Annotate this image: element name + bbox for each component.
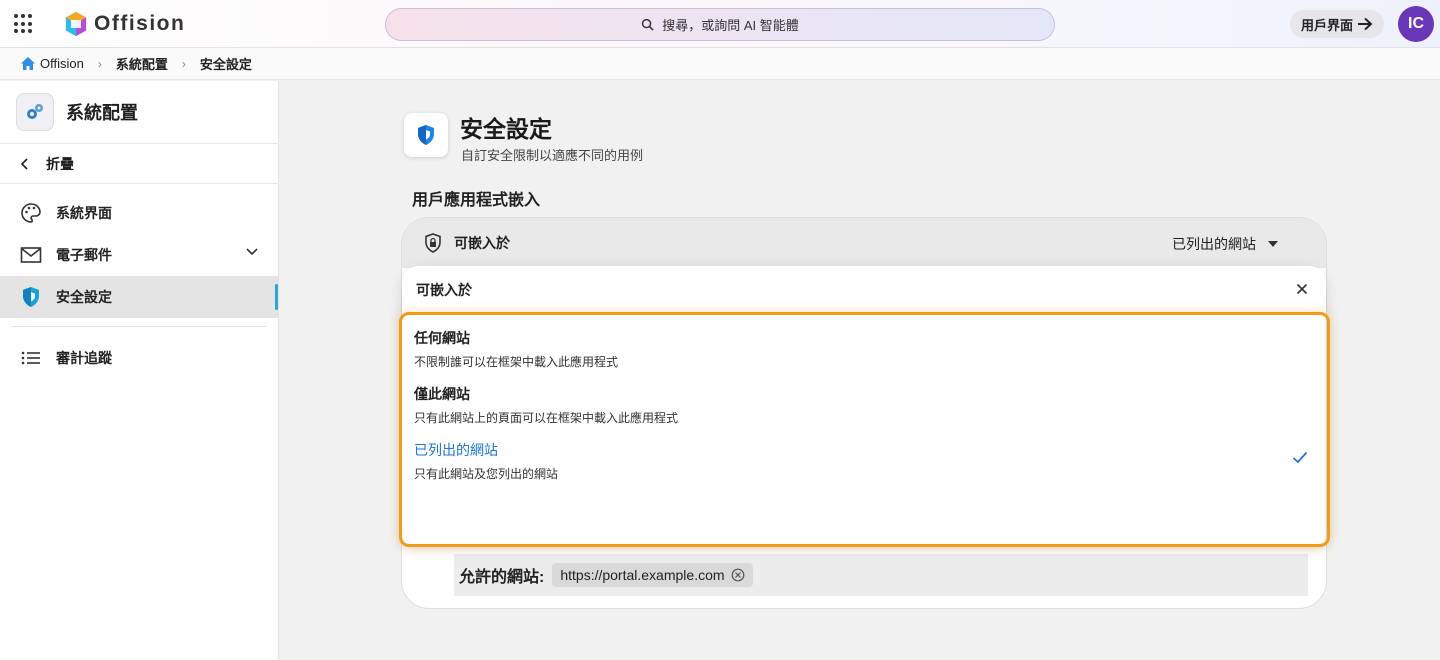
breadcrumb: Offision › 系統配置 › 安全設定 <box>0 48 1440 80</box>
home-icon <box>21 57 35 70</box>
option-title: 任何網站 <box>414 330 470 346</box>
option-description: 只有此網站上的頁面可以在框架中載入此應用程式 <box>414 411 679 425</box>
popup-title: 可嵌入於 <box>416 282 472 298</box>
caret-down-icon <box>1268 241 1278 247</box>
sidebar: 系統配置 折疊 系統界面 電子郵件 安全設定 審計追蹤 <box>0 81 279 660</box>
breadcrumb-system-config[interactable]: 系統配置 <box>116 54 168 73</box>
sidebar-item-email[interactable]: 電子郵件 <box>0 234 278 276</box>
sidebar-divider <box>12 326 266 327</box>
sidebar-item-interface[interactable]: 系統界面 <box>0 192 278 234</box>
shield-icon <box>20 286 42 308</box>
list-icon <box>20 347 42 369</box>
chevron-right-icon: › <box>97 56 102 71</box>
allowed-sites-row: 允許的網站: https://portal.example.com <box>454 554 1308 596</box>
collapse-label: 折疊 <box>46 155 74 172</box>
option-title: 僅此網站 <box>414 386 470 402</box>
embed-label: 可嵌入於 <box>454 235 510 251</box>
chevron-left-icon <box>20 157 28 170</box>
sidebar-item-security[interactable]: 安全設定 <box>0 276 278 318</box>
option-this-site-only[interactable]: 僅此網站 只有此網站上的頁面可以在框架中載入此應用程式 <box>414 384 678 426</box>
gears-icon <box>16 93 54 131</box>
sidebar-header: 系統配置 <box>0 81 278 144</box>
option-description: 不限制誰可以在框架中載入此應用程式 <box>414 355 619 369</box>
brand-name: Offision <box>94 12 186 35</box>
sidebar-item-label: 審計追蹤 <box>56 350 112 366</box>
option-description: 只有此網站及您列出的網站 <box>414 467 559 481</box>
embed-value[interactable]: 已列出的網站 <box>1172 234 1278 254</box>
sidebar-item-audit[interactable]: 審計追蹤 <box>0 337 278 379</box>
breadcrumb-home-label: Offision <box>40 56 84 71</box>
mail-icon <box>20 244 42 266</box>
apps-grid-icon[interactable] <box>14 14 34 34</box>
avatar[interactable]: IC <box>1398 6 1434 42</box>
user-interface-button[interactable]: 用戶界面 <box>1290 10 1384 38</box>
cube-logo-icon <box>65 11 87 37</box>
chevron-down-icon[interactable] <box>246 248 258 256</box>
chevron-right-icon: › <box>181 56 186 71</box>
option-title: 已列出的網站 <box>414 442 498 458</box>
page-title: 安全設定 <box>460 116 552 142</box>
checkmark-icon <box>1292 451 1308 464</box>
arrow-right-icon <box>1358 17 1373 31</box>
page-subtitle: 自訂安全限制以適應不同的用例 <box>461 148 644 163</box>
breadcrumb-security: 安全設定 <box>199 57 252 72</box>
search-placeholder: 搜尋，或詢問 AI 智能體 <box>662 18 799 33</box>
page-shield-icon <box>404 113 448 157</box>
remove-chip-icon[interactable] <box>731 568 745 582</box>
sidebar-item-label: 安全設定 <box>56 289 112 305</box>
embed-select[interactable]: 可嵌入於 已列出的網站 <box>402 218 1326 268</box>
sidebar-title: 系統配置 <box>66 103 138 123</box>
lock-shield-icon <box>425 233 441 253</box>
close-icon[interactable] <box>1296 283 1308 295</box>
breadcrumb-home[interactable]: Offision <box>20 56 84 71</box>
search-bar[interactable]: 搜尋，或詢問 AI 智能體 <box>385 8 1055 41</box>
collapse-button[interactable]: 折疊 <box>0 144 278 184</box>
option-listed-sites[interactable]: 已列出的網站 只有此網站及您列出的網站 <box>414 440 558 482</box>
site-chip: https://portal.example.com <box>552 563 753 587</box>
option-any-site[interactable]: 任何網站 不限制誰可以在框架中載入此應用程式 <box>414 328 618 370</box>
site-chip-label: https://portal.example.com <box>560 567 725 583</box>
sidebar-item-label: 電子郵件 <box>56 247 112 263</box>
allowed-sites-label: 允許的網站: <box>459 569 545 586</box>
top-bar: Offision 搜尋，或詢問 AI 智能體 用戶界面 IC <box>0 0 1440 48</box>
sidebar-item-label: 系統界面 <box>56 205 112 221</box>
embed-value-text: 已列出的網站 <box>1172 236 1256 252</box>
palette-icon <box>20 202 42 224</box>
user-interface-label: 用戶界面 <box>1300 17 1353 33</box>
section-title: 用戶應用程式嵌入 <box>412 192 541 209</box>
brand-logo[interactable]: Offision <box>64 10 185 38</box>
search-icon <box>642 18 654 31</box>
